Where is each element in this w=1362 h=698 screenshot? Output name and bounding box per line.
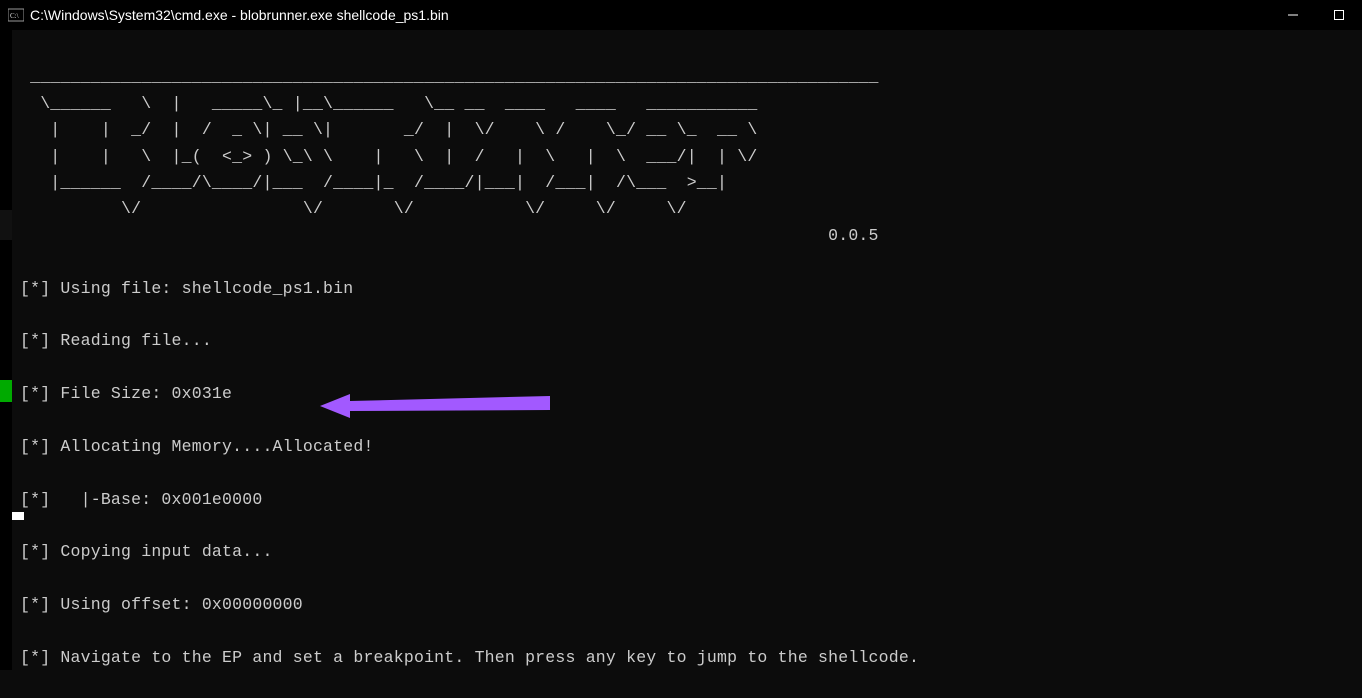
window-titlebar: C:\ C:\Windows\System32\cmd.exe - blobru… bbox=[0, 0, 1362, 30]
console-output: ________________________________________… bbox=[0, 30, 1362, 698]
log-line-base: [*] |-Base: 0x001e0000 bbox=[20, 487, 1362, 513]
log-line: [*] Using offset: 0x00000000 bbox=[20, 592, 1362, 618]
svg-text:C:\: C:\ bbox=[10, 12, 19, 20]
text-cursor bbox=[10, 512, 24, 520]
log-line: [*] Reading file... bbox=[20, 328, 1362, 354]
log-line: [*] Navigate to the EP and set a breakpo… bbox=[20, 645, 1362, 671]
ascii-banner: ________________________________________… bbox=[20, 64, 1362, 249]
left-edge-bar bbox=[0, 30, 12, 670]
cmd-icon: C:\ bbox=[8, 7, 24, 23]
window-controls bbox=[1270, 0, 1362, 30]
maximize-button[interactable] bbox=[1316, 0, 1362, 30]
log-line: [*] Copying input data... bbox=[20, 539, 1362, 565]
log-line: [*] Using file: shellcode_ps1.bin bbox=[20, 276, 1362, 302]
window-title: C:\Windows\System32\cmd.exe - blobrunner… bbox=[30, 7, 1270, 23]
log-line: [*] Allocating Memory....Allocated! bbox=[20, 434, 1362, 460]
log-line: [*] File Size: 0x031e bbox=[20, 381, 1362, 407]
minimize-button[interactable] bbox=[1270, 0, 1316, 30]
